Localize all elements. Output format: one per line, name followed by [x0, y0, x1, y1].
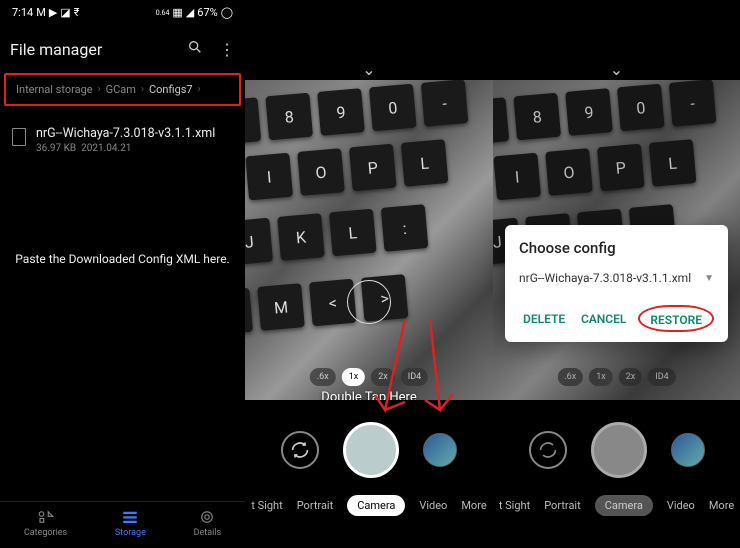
zoom-option[interactable]: ID4 [401, 368, 428, 386]
gmail-icon: M [36, 6, 46, 19]
file-name: nrG--Wichaya-7.3.018-v3.1.1.xml [36, 126, 215, 141]
mode-item[interactable]: Video [419, 499, 447, 512]
app-title: File manager [10, 40, 102, 59]
zoom-option[interactable]: 1x [342, 368, 366, 386]
shutter-button[interactable] [343, 422, 399, 478]
notif-icon: ◪ [60, 6, 70, 19]
selected-config: nrG--Wichaya-7.3.018-v3.1.1.xml [519, 271, 691, 285]
battery-ring-icon: ◯ [221, 6, 233, 19]
chevron-down-icon[interactable]: ⌄ [362, 60, 375, 79]
caret-down-icon: ▼ [704, 273, 714, 284]
mode-item-active[interactable]: Camera [347, 495, 405, 516]
zoom-option[interactable]: 1x [589, 368, 613, 386]
chevron-down-icon[interactable]: ⌄ [610, 60, 623, 79]
more-icon[interactable]: ⋮ [219, 40, 235, 59]
dialog-title: Choose config [519, 239, 714, 257]
chevron-right-icon: › [141, 84, 144, 95]
viewfinder[interactable]: *890- UIOPL HJKL: BNM<> Double Tap Here … [245, 80, 493, 400]
paste-hint: Paste the Downloaded Config XML here. [0, 252, 245, 266]
breadcrumb-item[interactable]: GCam [106, 83, 136, 96]
mode-row: t Sight Portrait Camera Video More [493, 495, 740, 516]
zoom-option[interactable]: ID4 [648, 368, 675, 386]
file-row[interactable]: nrG--Wichaya-7.3.018-v3.1.1.xml 36.97 KB… [0, 108, 245, 162]
mode-item[interactable]: Portrait [297, 499, 334, 512]
categories-icon [37, 510, 55, 524]
nav-categories[interactable]: Categories [24, 510, 67, 538]
config-dropdown[interactable]: nrG--Wichaya-7.3.018-v3.1.1.xml ▼ [519, 271, 714, 295]
battery-text: 67% [197, 6, 217, 19]
zoom-option[interactable]: .6x [310, 368, 336, 386]
data-speed: 0.64 [156, 9, 170, 17]
nav-storage[interactable]: Storage [115, 510, 146, 538]
status-bar: 7:14 M ▶ ◪ ₹ 0.64 ▦ ◢ 67% ◯ [0, 0, 245, 25]
camera-screen-mid: ⌄ *890- UIOPL HJKL: BNM<> Double Tap Her… [245, 0, 493, 548]
youtube-icon: ▶ [49, 6, 57, 19]
delete-button[interactable]: DELETE [519, 308, 569, 330]
details-icon [198, 510, 216, 524]
dialog-actions: DELETE CANCEL RESTORE [519, 305, 714, 332]
app-header: File manager ⋮ [0, 25, 245, 71]
shutter-button[interactable] [591, 422, 647, 478]
file-meta: 36.97 KB 2021.04.21 [36, 143, 215, 154]
mode-item[interactable]: More [709, 499, 734, 512]
file-manager-screen: 7:14 M ▶ ◪ ₹ 0.64 ▦ ◢ 67% ◯ File manager… [0, 0, 245, 548]
cancel-button[interactable]: CANCEL [577, 308, 630, 330]
zoom-option[interactable]: .6x [557, 368, 583, 386]
breadcrumb[interactable]: Internal storage › GCam › Configs7 › [4, 73, 241, 106]
nfc-icon: ▦ [172, 6, 182, 19]
nav-details[interactable]: Details [194, 510, 222, 538]
mode-item[interactable]: t Sight [499, 499, 530, 512]
gallery-thumbnail[interactable] [671, 433, 705, 467]
restore-button[interactable]: RESTORE [646, 309, 706, 331]
camera-screen-right: ⌄ *890- UIOPL HJKL: .6x 1x 2x ID4 Choose… [493, 0, 740, 548]
xml-file-icon [12, 128, 26, 146]
signal-icon: ◢ [186, 6, 194, 19]
mode-item-active[interactable]: Camera [595, 495, 653, 516]
breadcrumb-item[interactable]: Configs7 [149, 83, 193, 96]
restore-highlight: RESTORE [638, 305, 714, 332]
chevron-right-icon: › [198, 84, 201, 95]
double-tap-hint: Double Tap Here [321, 390, 416, 400]
switch-camera-button[interactable] [529, 431, 567, 469]
mode-item[interactable]: t Sight [251, 499, 282, 512]
storage-icon [121, 510, 139, 524]
chevron-right-icon: › [98, 84, 101, 95]
gallery-thumbnail[interactable] [423, 433, 457, 467]
switch-camera-button[interactable] [281, 431, 319, 469]
zoom-option[interactable]: 2x [619, 368, 643, 386]
status-time: 7:14 [12, 6, 33, 19]
zoom-row: .6x 1x 2x ID4 [310, 368, 428, 386]
rupee-icon: ₹ [74, 6, 80, 19]
mode-row: t Sight Portrait Camera Video More [245, 495, 493, 516]
breadcrumb-item[interactable]: Internal storage [16, 83, 93, 96]
search-icon[interactable] [187, 39, 203, 59]
mode-item[interactable]: Portrait [544, 499, 581, 512]
zoom-option[interactable]: 2x [371, 368, 395, 386]
camera-controls [245, 422, 493, 478]
mode-item[interactable]: Video [667, 499, 695, 512]
choose-config-dialog: Choose config nrG--Wichaya-7.3.018-v3.1.… [505, 225, 728, 342]
zoom-row: .6x 1x 2x ID4 [557, 368, 675, 386]
bottom-nav: Categories Storage Details [0, 501, 245, 548]
mode-item[interactable]: More [461, 499, 486, 512]
focus-ring [347, 280, 391, 324]
camera-controls [493, 422, 740, 478]
